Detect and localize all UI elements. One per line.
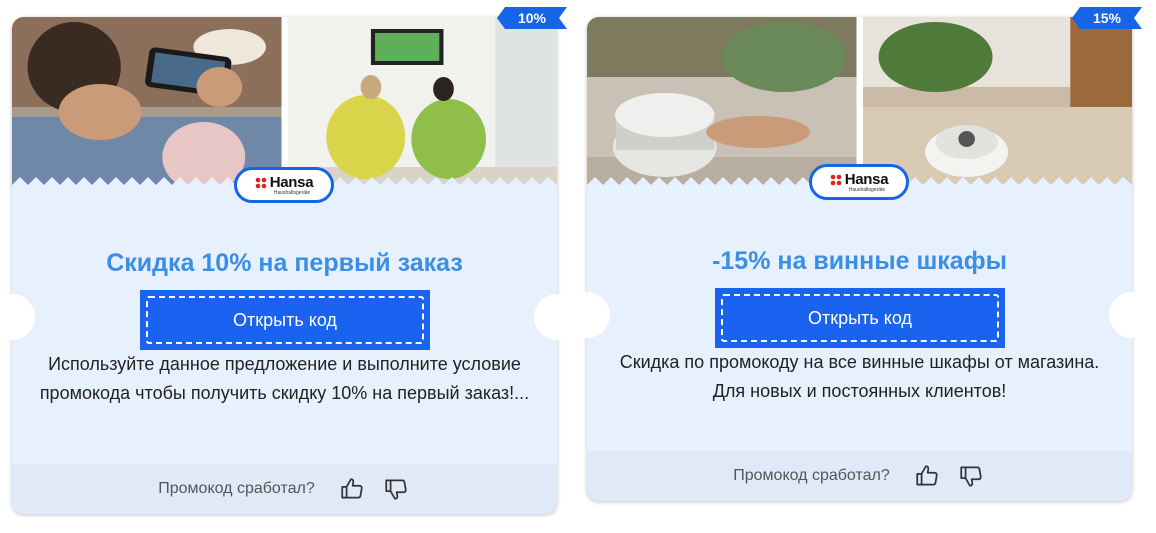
open-code-label: Открыть код (233, 309, 337, 330)
coupon-card: 15% Hansa Haushaltsgeräte -15% на винные… (564, 17, 1155, 501)
brand-logo: Hansa Haushaltsgeräte (234, 167, 334, 203)
thumbs-up-icon[interactable] (337, 474, 367, 504)
brand-subtitle: Haushaltsgeräte (273, 190, 311, 196)
coupon-title: Скидка 10% на первый заказ (106, 249, 463, 277)
discount-badge: 10% (497, 7, 567, 29)
discount-badge: 15% (1072, 7, 1142, 29)
open-code-label: Открыть код (808, 307, 912, 328)
photo-robot-vacuum (862, 17, 1132, 193)
brand-subtitle: Haushaltsgeräte (848, 187, 886, 193)
hansa-logo-icon (830, 174, 842, 185)
ticket-notch-left (0, 294, 35, 340)
hansa-logo-icon (255, 177, 267, 188)
photo-gaming-chairs (287, 17, 557, 193)
open-code-button[interactable]: Открыть код (140, 290, 430, 350)
thumbs-down-icon[interactable] (956, 461, 986, 491)
coupon-list: 10% Hansa Haushaltsgeräte Скидка 10% на … (0, 0, 1156, 533)
ticket-notch-right (1109, 292, 1155, 338)
coupon-title: -15% на винные шкафы (712, 247, 1007, 275)
photo-person-phone (12, 17, 282, 193)
thumbs-down-icon[interactable] (381, 474, 411, 504)
ticket-notch-left (564, 292, 610, 338)
feedback-bar: Промокод сработал? (587, 451, 1132, 501)
coupon-card: 10% Hansa Haushaltsgeräte Скидка 10% на … (0, 17, 580, 514)
coupon-description: Используйте данное предложение и выполни… (39, 354, 530, 403)
brand-name: Hansa (269, 174, 314, 191)
feedback-question: Промокод сработал? (158, 480, 315, 497)
brand-name: Hansa (844, 171, 889, 188)
open-code-button[interactable]: Открыть код (715, 288, 1005, 348)
feedback-bar: Промокод сработал? (12, 464, 557, 514)
coupon-description: Скидка по промокоду на все винные шкафы … (619, 352, 1100, 401)
feedback-question: Промокод сработал? (733, 467, 890, 484)
brand-logo: Hansa Haushaltsgeräte (809, 164, 909, 200)
thumbs-up-icon[interactable] (912, 461, 942, 491)
